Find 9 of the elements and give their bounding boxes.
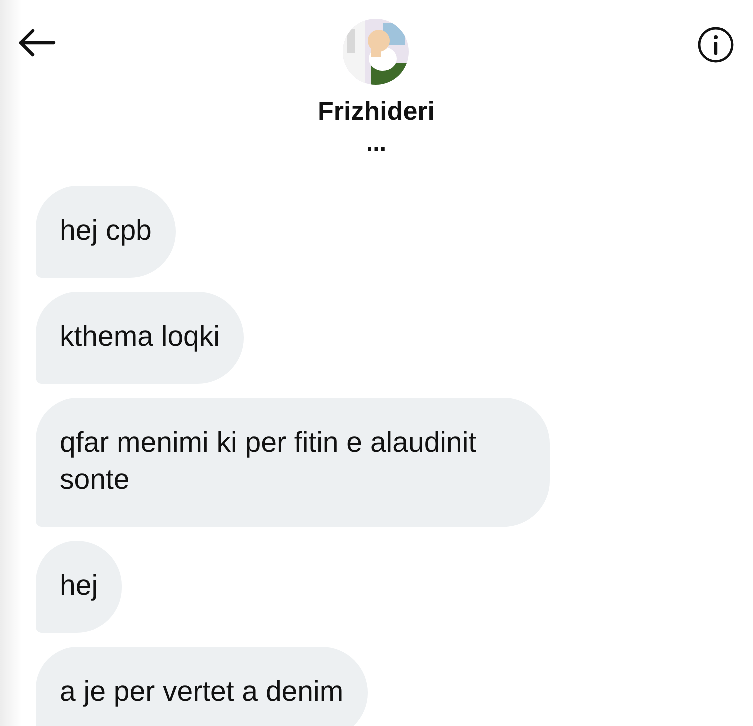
message-bubble: a je per vertet a denim — [36, 647, 368, 726]
message-bubble: hej cpb — [36, 186, 176, 278]
back-arrow-icon[interactable] — [18, 29, 56, 57]
info-icon[interactable] — [696, 26, 735, 64]
contact-name: Frizhideri — [318, 96, 435, 126]
message-bubble: hej — [36, 541, 122, 633]
message-bubble: kthema loqki — [36, 292, 244, 384]
typing-indicator: ... — [366, 134, 386, 154]
message-bubble: qfar menimi ki per fitin e alaudinit sonte — [36, 398, 550, 527]
